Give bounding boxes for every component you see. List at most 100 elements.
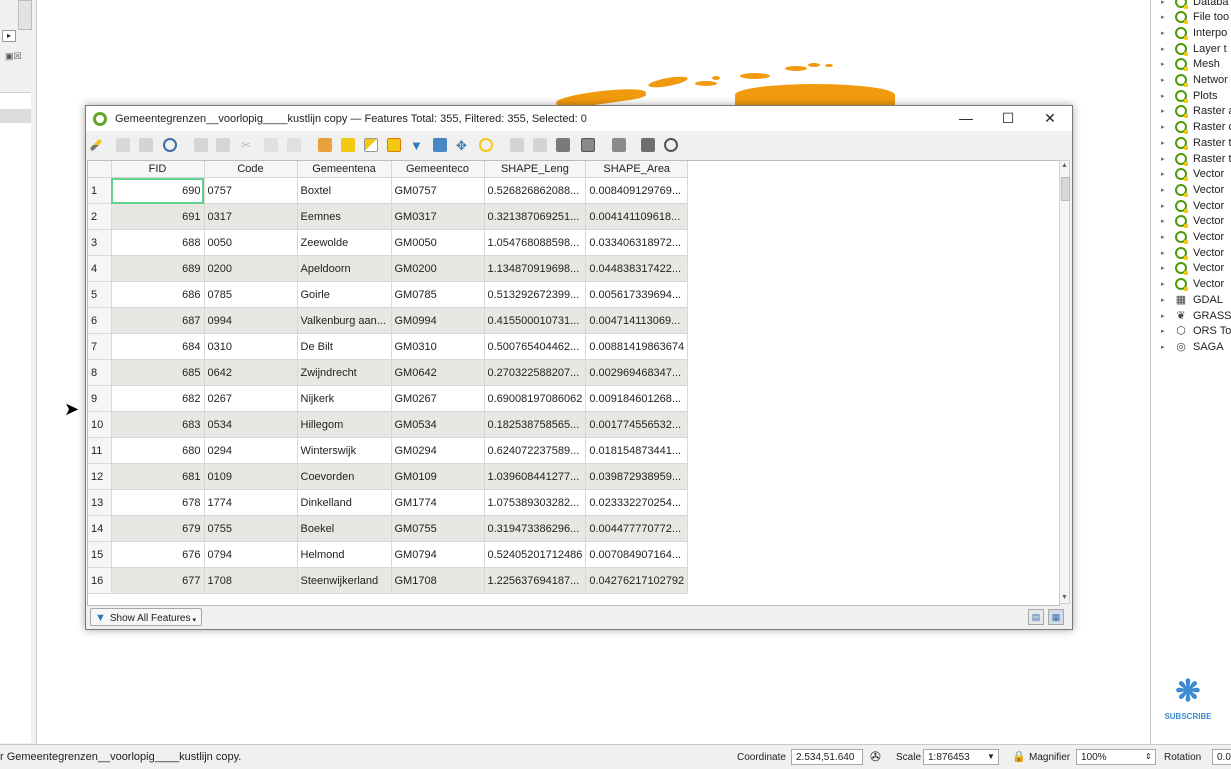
toolbox-item[interactable]: ▸ Vector (1161, 167, 1224, 182)
left-dock-scrollbar[interactable] (18, 0, 32, 30)
table-cell-gemeenteco[interactable]: GM0642 (391, 359, 485, 386)
table-cell-shape-area[interactable]: 0.04276217102792 (585, 567, 689, 594)
column-header[interactable]: Gemeenteco (391, 161, 485, 178)
table-cell-gemeenteco[interactable]: GM0109 (391, 463, 485, 490)
table-cell-gemeenteco[interactable]: GM0534 (391, 411, 485, 438)
expand-arrow-icon[interactable]: ▸ (1161, 249, 1171, 257)
table-row[interactable]: 6 687 0994 Valkenburg aan... GM0994 0.4155000… (88, 307, 689, 334)
expand-arrow-icon[interactable]: ▸ (1161, 45, 1171, 53)
actions-icon[interactable] (612, 138, 626, 152)
expand-arrow-icon[interactable]: ▸ (1161, 29, 1171, 37)
scroll-up-icon[interactable]: ▲ (1060, 161, 1069, 171)
table-cell-shape-leng[interactable]: 1.134870919698... (484, 255, 587, 282)
table-row[interactable]: 16 677 1708 Steenwijkerland GM1708 1.22563769… (88, 567, 689, 594)
table-cell-fid[interactable]: 678 (111, 489, 205, 516)
table-row[interactable]: 5 686 0785 Goirle GM0785 0.513292672399... 0.0… (88, 281, 689, 308)
delete-field-icon[interactable] (533, 138, 547, 152)
table-row[interactable]: 11 680 0294 Winterswijk GM0294 0.624072237589… (88, 437, 689, 464)
toolbox-item[interactable]: ▸ ⬡ ORS To (1161, 324, 1231, 339)
table-cell-shape-leng[interactable]: 0.69008197086062 (484, 385, 587, 412)
toolbox-item[interactable]: ▸ Plots (1161, 88, 1217, 103)
expand-arrow-icon[interactable]: ▸ (1161, 76, 1171, 84)
table-cell-gemeenteco[interactable]: GM0785 (391, 281, 485, 308)
table-cell-shape-leng[interactable]: 0.513292672399... (484, 281, 587, 308)
row-number[interactable]: 4 (88, 255, 112, 282)
layers-list-selected-row[interactable] (0, 109, 31, 123)
table-cell-gemeenteco[interactable]: GM0794 (391, 541, 485, 568)
table-cell-code[interactable]: 0994 (204, 307, 298, 334)
table-cell-gemeentena[interactable]: Goirle (297, 281, 392, 308)
table-row[interactable]: 4 689 0200 Apeldoorn GM0200 1.134870919698...… (88, 255, 689, 282)
expand-arrow-icon[interactable]: ▸ (1161, 107, 1171, 115)
table-cell-fid[interactable]: 690 (111, 177, 205, 204)
add-feature-icon[interactable] (194, 138, 208, 152)
table-cell-gemeenteco[interactable]: GM0050 (391, 229, 485, 256)
table-cell-gemeentena[interactable]: Hillegom (297, 411, 392, 438)
table-cell-fid[interactable]: 688 (111, 229, 205, 256)
table-cell-shape-leng[interactable]: 0.182538758565... (484, 411, 587, 438)
column-header[interactable]: FID (111, 161, 205, 178)
table-cell-shape-leng[interactable]: 1.054768088598... (484, 229, 587, 256)
close-button[interactable]: ✕ (1030, 106, 1070, 131)
table-cell-shape-leng[interactable]: 0.624072237589... (484, 437, 587, 464)
expand-arrow-icon[interactable]: ▸ (1161, 170, 1171, 178)
table-cell-code[interactable]: 0794 (204, 541, 298, 568)
row-number[interactable]: 5 (88, 281, 112, 308)
table-cell-gemeenteco[interactable]: GM0755 (391, 515, 485, 542)
row-number[interactable]: 12 (88, 463, 112, 490)
table-cell-shape-leng[interactable]: 0.500765404462... (484, 333, 587, 360)
expand-arrow-icon[interactable]: ▸ (1161, 343, 1171, 351)
table-cell-gemeentena[interactable]: Apeldoorn (297, 255, 392, 282)
table-cell-gemeentena[interactable]: Valkenburg aan... (297, 307, 392, 334)
toolbox-item[interactable]: ▸ Raster t (1161, 151, 1231, 166)
row-number[interactable]: 7 (88, 333, 112, 360)
table-row[interactable]: 1 690 0757 Boxtel GM0757 0.526826862088... 0.0… (88, 177, 689, 204)
row-number[interactable]: 15 (88, 541, 112, 568)
new-field-icon[interactable] (510, 138, 524, 152)
table-cell-shape-area[interactable]: 0.018154873441... (585, 437, 689, 464)
table-cell-shape-leng[interactable]: 0.526826862088... (484, 177, 587, 204)
table-cell-shape-leng[interactable]: 0.319473386296... (484, 515, 587, 542)
table-cell-fid[interactable]: 687 (111, 307, 205, 334)
row-number[interactable]: 11 (88, 437, 112, 464)
table-cell-fid[interactable]: 691 (111, 203, 205, 230)
table-cell-shape-area[interactable]: 0.039872938959... (585, 463, 689, 490)
invert-selection-icon[interactable] (364, 138, 378, 152)
zoom-map-icon[interactable] (664, 138, 678, 152)
table-cell-gemeenteco[interactable]: GM1774 (391, 489, 485, 516)
table-cell-shape-leng[interactable]: 0.415500010731... (484, 307, 587, 334)
table-cell-gemeentena[interactable]: Eemnes (297, 203, 392, 230)
expand-arrow-icon[interactable]: ▸ (1161, 217, 1171, 225)
row-number[interactable]: 1 (88, 177, 112, 204)
minimize-button[interactable]: — (946, 106, 986, 131)
paste-icon[interactable] (287, 138, 301, 152)
table-cell-shape-area[interactable]: 0.001774556532... (585, 411, 689, 438)
delete-feature-icon[interactable] (216, 138, 230, 152)
table-cell-gemeentena[interactable]: Boekel (297, 515, 392, 542)
expand-arrow-icon[interactable]: ▸ (1161, 123, 1171, 131)
table-cell-code[interactable]: 0785 (204, 281, 298, 308)
toolbox-item[interactable]: ▸ Vector (1161, 214, 1224, 229)
toolbox-item[interactable]: ▸ Raster a (1161, 104, 1231, 119)
expand-arrow-icon[interactable]: ▸ (1161, 233, 1171, 241)
table-cell-code[interactable]: 0317 (204, 203, 298, 230)
cut-icon[interactable]: ✂ (241, 138, 255, 152)
left-dock-float-close-icons[interactable]: ▣☒ (5, 51, 22, 62)
table-cell-code[interactable]: 0757 (204, 177, 298, 204)
table-cell-shape-area[interactable]: 0.004714113069... (585, 307, 689, 334)
table-cell-gemeentena[interactable]: Winterswijk (297, 437, 392, 464)
toolbox-item[interactable]: ▸ Interpo (1161, 25, 1227, 40)
expand-arrow-icon[interactable]: ▸ (1161, 312, 1171, 320)
table-cell-gemeentena[interactable]: Nijkerk (297, 385, 392, 412)
row-number[interactable]: 3 (88, 229, 112, 256)
table-cell-fid[interactable]: 684 (111, 333, 205, 360)
scale-dropdown-icon[interactable]: ▼ (987, 752, 995, 761)
table-cell-gemeentena[interactable]: Zeewolde (297, 229, 392, 256)
reload-icon[interactable] (163, 138, 177, 152)
table-cell-shape-leng[interactable]: 0.270322588207... (484, 359, 587, 386)
table-cell-gemeentena[interactable]: Steenwijkerland (297, 567, 392, 594)
magnifier-field[interactable]: 100% (1076, 749, 1156, 765)
table-cell-fid[interactable]: 680 (111, 437, 205, 464)
toolbox-item[interactable]: ▸ ▦ GDAL (1161, 292, 1223, 307)
toolbox-item[interactable]: ▸ Vector (1161, 198, 1224, 213)
